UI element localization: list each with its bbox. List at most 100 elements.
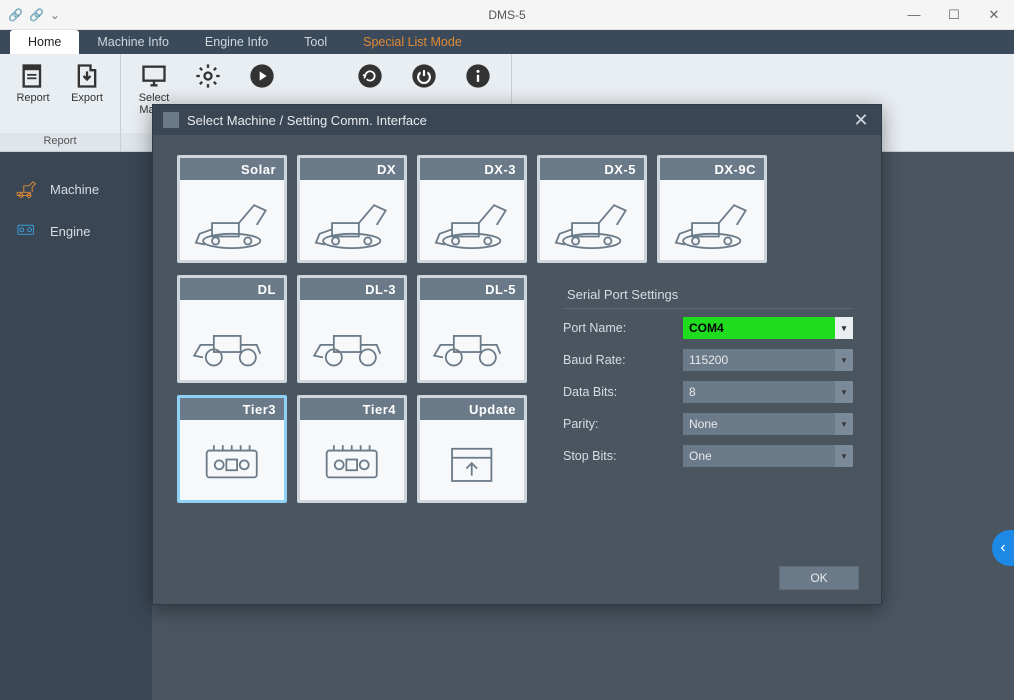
menu-tab-home[interactable]: Home — [10, 30, 79, 54]
dialog-body: Solar DX DX-3 DX-5 DX-9C DL DL-3 DL-5 Tier3 Tier4… — [153, 135, 881, 517]
window-controls: — ☐ ✕ — [894, 0, 1014, 30]
engine-icon — [14, 220, 40, 242]
tile-label: DX — [300, 158, 404, 180]
port-row-databits: Data Bits:8▾ — [563, 381, 853, 403]
machine-tile-dl-3[interactable]: DL-3 — [297, 275, 407, 383]
engine-icon — [180, 420, 284, 500]
port-row-label: Stop Bits: — [563, 449, 683, 463]
port-row-label: Parity: — [563, 417, 683, 431]
port-row-stopbits: Stop Bits: One ▾ — [563, 445, 853, 467]
tile-label: DX-9C — [660, 158, 764, 180]
excavator-icon — [540, 180, 644, 260]
info-icon — [464, 62, 492, 90]
chevron-down-icon: ▾ — [835, 413, 853, 435]
dialog-title-bar: Select Machine / Setting Comm. Interface… — [153, 105, 881, 135]
monitor-icon — [140, 62, 168, 90]
port-select-value: None — [689, 417, 718, 431]
sidebar-item-engine[interactable]: Engine — [0, 210, 152, 252]
dialog-close-button[interactable]: ✕ — [851, 110, 871, 130]
port-select-databits[interactable]: 8▾ — [683, 381, 853, 403]
menu-tab-machine-info[interactable]: Machine Info — [79, 30, 187, 54]
chevron-down-icon: ▾ — [835, 349, 853, 371]
tile-label: Tier4 — [300, 398, 404, 420]
minimize-button[interactable]: — — [894, 0, 934, 30]
port-panel-title: Serial Port Settings — [563, 281, 853, 309]
port-select-value: 8 — [689, 385, 696, 399]
sidebar-item-label: Machine — [50, 182, 99, 197]
machine-tile-dx-9c[interactable]: DX-9C — [657, 155, 767, 263]
update-icon — [420, 420, 524, 500]
menu-tab-special-list-mode[interactable]: Special List Mode — [345, 30, 480, 54]
dialog-title: Select Machine / Setting Comm. Interface — [187, 113, 427, 128]
tile-label: DL-3 — [300, 278, 404, 300]
port-select-baudrate[interactable]: 115200 ▾ — [683, 349, 853, 371]
sidebar-item-label: Engine — [50, 224, 90, 239]
maximize-button[interactable]: ☐ — [934, 0, 974, 30]
ribbon-group-label: Report — [0, 133, 120, 151]
close-button[interactable]: ✕ — [974, 0, 1014, 30]
excavator-icon — [660, 180, 764, 260]
ok-button[interactable]: OK — [779, 566, 859, 590]
sidebar: Machine Engine — [0, 152, 152, 700]
machine-tile-tier4[interactable]: Tier4 — [297, 395, 407, 503]
port-row-portname: Port Name:COM4▾ — [563, 317, 853, 339]
menu-bar: HomeMachine InfoEngine InfoToolSpecial L… — [0, 30, 1014, 54]
report-icon — [19, 62, 47, 90]
port-select-portname[interactable]: COM4 ▾ — [683, 317, 853, 339]
excavator-icon — [180, 180, 284, 260]
menu-tab-tool[interactable]: Tool — [286, 30, 345, 54]
chevron-down-icon: ▾ — [835, 445, 853, 467]
quick-access-icons: 🔗 🔗 ⌄ — [0, 8, 60, 22]
serial-port-settings-panel: Serial Port Settings Port Name:COM4▾Baud… — [563, 281, 853, 477]
tile-label: DX-3 — [420, 158, 524, 180]
port-row-label: Data Bits: — [563, 385, 683, 399]
link-icon[interactable]: 🔗 — [8, 8, 23, 22]
excavator-icon — [300, 180, 404, 260]
qat-divider: ⌄ — [50, 8, 60, 22]
ribbon-item-label: Export — [71, 92, 103, 104]
ribbon-report[interactable]: Report — [6, 58, 60, 133]
machine-tile-tier3[interactable]: Tier3 — [177, 395, 287, 503]
excavator-icon — [420, 180, 524, 260]
tile-label: Update — [420, 398, 524, 420]
menu-tab-engine-info[interactable]: Engine Info — [187, 30, 286, 54]
port-select-value: COM4 — [689, 321, 724, 335]
tile-label: Solar — [180, 158, 284, 180]
excavator-icon — [14, 178, 40, 200]
port-row-label: Baud Rate: — [563, 353, 683, 367]
loader-icon — [300, 300, 404, 380]
dialog-footer: OK — [779, 566, 859, 590]
port-select-stopbits[interactable]: One ▾ — [683, 445, 853, 467]
port-row-parity: Parity: None ▾ — [563, 413, 853, 435]
machine-tile-dx-3[interactable]: DX-3 — [417, 155, 527, 263]
tile-label: DL — [180, 278, 284, 300]
machine-tile-dl[interactable]: DL — [177, 275, 287, 383]
gear-icon — [194, 62, 222, 90]
machine-tile-update[interactable]: Update — [417, 395, 527, 503]
blank-icon — [302, 62, 330, 90]
engine-icon — [300, 420, 404, 500]
loader-icon — [420, 300, 524, 380]
chevron-down-icon: ▾ — [835, 381, 853, 403]
app-title: DMS-5 — [488, 8, 525, 22]
ribbon-export[interactable]: Export — [60, 58, 114, 133]
machine-tile-dl-5[interactable]: DL-5 — [417, 275, 527, 383]
machine-tile-solar[interactable]: Solar — [177, 155, 287, 263]
ribbon-item-label: Report — [16, 92, 49, 104]
machine-tile-dx-5[interactable]: DX-5 — [537, 155, 647, 263]
title-bar: 🔗 🔗 ⌄ DMS-5 — ☐ ✕ — [0, 0, 1014, 30]
dialog-icon — [163, 112, 179, 128]
power-icon — [410, 62, 438, 90]
link-icon[interactable]: 🔗 — [29, 8, 44, 22]
chevron-down-icon: ▾ — [835, 317, 853, 339]
tile-label: Tier3 — [180, 398, 284, 420]
port-select-value: 115200 — [689, 353, 728, 367]
port-select-value: One — [689, 449, 712, 463]
tile-label: DX-5 — [540, 158, 644, 180]
tile-label: DL-5 — [420, 278, 524, 300]
port-select-parity[interactable]: None ▾ — [683, 413, 853, 435]
machine-tile-dx[interactable]: DX — [297, 155, 407, 263]
play-icon — [248, 62, 276, 90]
refresh-icon — [356, 62, 384, 90]
sidebar-item-machine[interactable]: Machine — [0, 168, 152, 210]
